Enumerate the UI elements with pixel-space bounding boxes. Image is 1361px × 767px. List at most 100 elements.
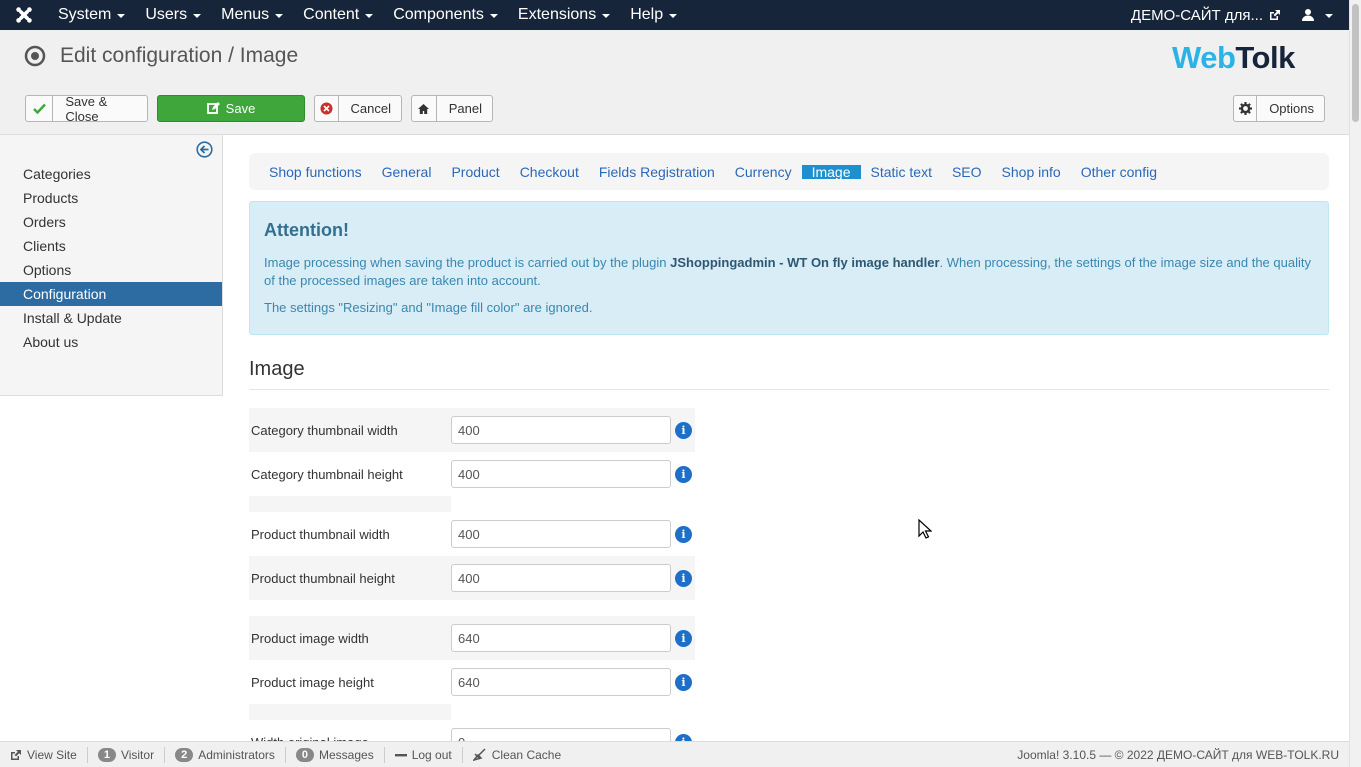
gear-icon [1234,96,1258,121]
menu-system[interactable]: System [48,0,135,30]
tab-image[interactable]: Image [801,164,861,179]
info-icon[interactable]: i [675,629,692,647]
sidebar-item-install-update[interactable]: Install & Update [0,306,222,330]
navbar-right: ДЕМО-САЙТ для... [1131,0,1349,30]
minus-icon [394,753,407,756]
alert-title: Attention! [264,220,349,240]
main-menu: System Users Menus Content Components Ex… [48,0,687,30]
tab-currency[interactable]: Currency [725,165,802,179]
category-thumb-height-input[interactable] [451,460,671,488]
panel-button[interactable]: Panel [411,95,493,122]
tab-static-text[interactable]: Static text [861,165,942,179]
category-thumb-width-input[interactable] [451,416,671,444]
menu-extensions-label: Extensions [517,6,597,23]
title-row: Edit configuration / Image [24,44,298,68]
product-thumb-height-input[interactable] [451,564,671,592]
sidebar-toggle-icon[interactable] [196,141,213,161]
product-image-height-input[interactable] [451,668,671,696]
admin-count-badge: 2 [175,747,194,762]
view-site-link[interactable]: View Site [0,746,88,763]
menu-help[interactable]: Help [620,0,687,30]
messages-link[interactable]: 0 Messages [286,746,385,763]
menu-content[interactable]: Content [293,0,383,30]
sidebar-item-categories[interactable]: Categories [0,162,222,186]
info-icon[interactable]: i [675,569,692,587]
tab-checkout[interactable]: Checkout [510,165,589,179]
field-row: Product thumbnail width i [249,512,695,556]
clean-cache-link[interactable]: Clean Cache [463,747,571,763]
info-icon[interactable]: i [675,673,692,691]
status-bar: View Site 1 Visitor 2 Administrators 0 M… [0,741,1349,767]
menu-menus[interactable]: Menus [211,0,293,30]
menu-extensions[interactable]: Extensions [508,0,620,30]
sidebar-item-clients[interactable]: Clients [0,234,222,258]
menu-menus-label: Menus [221,6,270,23]
panel-label: Panel [448,101,482,116]
sidebar-item-orders[interactable]: Orders [0,210,222,234]
sidebar-item-configuration[interactable]: Configuration [0,282,222,306]
save-label: Save [225,101,256,116]
save-close-button[interactable]: Save & Close [25,93,148,124]
visitor-label: Visitor [120,747,155,762]
logout-link[interactable]: Log out [385,746,463,763]
field-label: Product image width [251,630,369,646]
field-row: Category thumbnail height i [249,452,695,496]
tab-other-config[interactable]: Other config [1071,165,1167,179]
page-scrollbar[interactable] [1349,0,1361,767]
menu-components[interactable]: Components [383,0,508,30]
visitor-link[interactable]: 1 Visitor [88,746,166,763]
info-icon[interactable]: i [675,421,692,439]
alert-paragraph-1: Image processing when saving the product… [264,254,1314,290]
messages-label: Messages [319,747,374,762]
row-separator [249,496,451,512]
menu-users[interactable]: Users [135,0,211,30]
field-row: Product thumbnail height i [249,556,695,600]
caret-down-icon [365,14,374,18]
tab-fields-registration[interactable]: Fields Registration [589,165,725,179]
external-link-icon [11,749,21,760]
info-icon[interactable]: i [675,525,692,543]
caret-down-icon [117,14,126,18]
field-label: Product thumbnail height [251,570,395,586]
view-site-label: View Site [27,747,77,762]
clean-cache-label: Clean Cache [491,747,562,762]
brand-logo: WebTolk [1172,40,1295,76]
menu-help-label: Help [630,6,664,23]
field-row: Product image height i [249,660,695,704]
product-image-width-input[interactable] [451,624,671,652]
save-close-label: Save & Close [65,93,108,124]
page-title: Edit configuration / Image [60,44,299,67]
toolbar: Save & Close Save Cancel Panel [25,93,493,124]
sidebar-item-options[interactable]: Options [0,258,222,282]
home-icon [412,96,437,121]
joomla-logo-icon[interactable] [0,0,48,30]
options-label: Options [1269,101,1314,116]
messages-count-badge: 0 [295,747,314,762]
tab-seo[interactable]: SEO [942,165,992,179]
administrators-link[interactable]: 2 Administrators [165,746,286,763]
caret-down-icon [275,14,284,18]
mouse-cursor-icon [918,519,932,539]
scrollbar-thumb[interactable] [1352,4,1359,122]
tab-shop-functions[interactable]: Shop functions [259,165,372,179]
options-button[interactable]: Options [1233,95,1325,122]
caret-down-icon [602,14,611,18]
external-link-icon [1270,10,1280,20]
tab-general[interactable]: General [372,165,442,179]
sidebar-item-about-us[interactable]: About us [0,330,222,354]
info-icon[interactable]: i [675,465,692,483]
check-icon [26,96,54,121]
product-thumb-width-input[interactable] [451,520,671,548]
menu-system-label: System [58,6,112,23]
user-menu[interactable] [1301,8,1349,22]
caret-down-icon [193,14,202,18]
save-button[interactable]: Save [157,95,305,122]
field-label: Product image height [251,674,374,690]
tab-product[interactable]: Product [441,165,509,179]
tab-shop-info[interactable]: Shop info [992,165,1071,179]
cancel-button[interactable]: Cancel [314,95,402,122]
sidebar: Categories Products Orders Clients Optio… [0,135,223,396]
site-link[interactable]: ДЕМО-САЙТ для... [1131,7,1301,24]
site-name: ДЕМО-САЙТ для... [1130,6,1263,24]
sidebar-item-products[interactable]: Products [0,186,222,210]
